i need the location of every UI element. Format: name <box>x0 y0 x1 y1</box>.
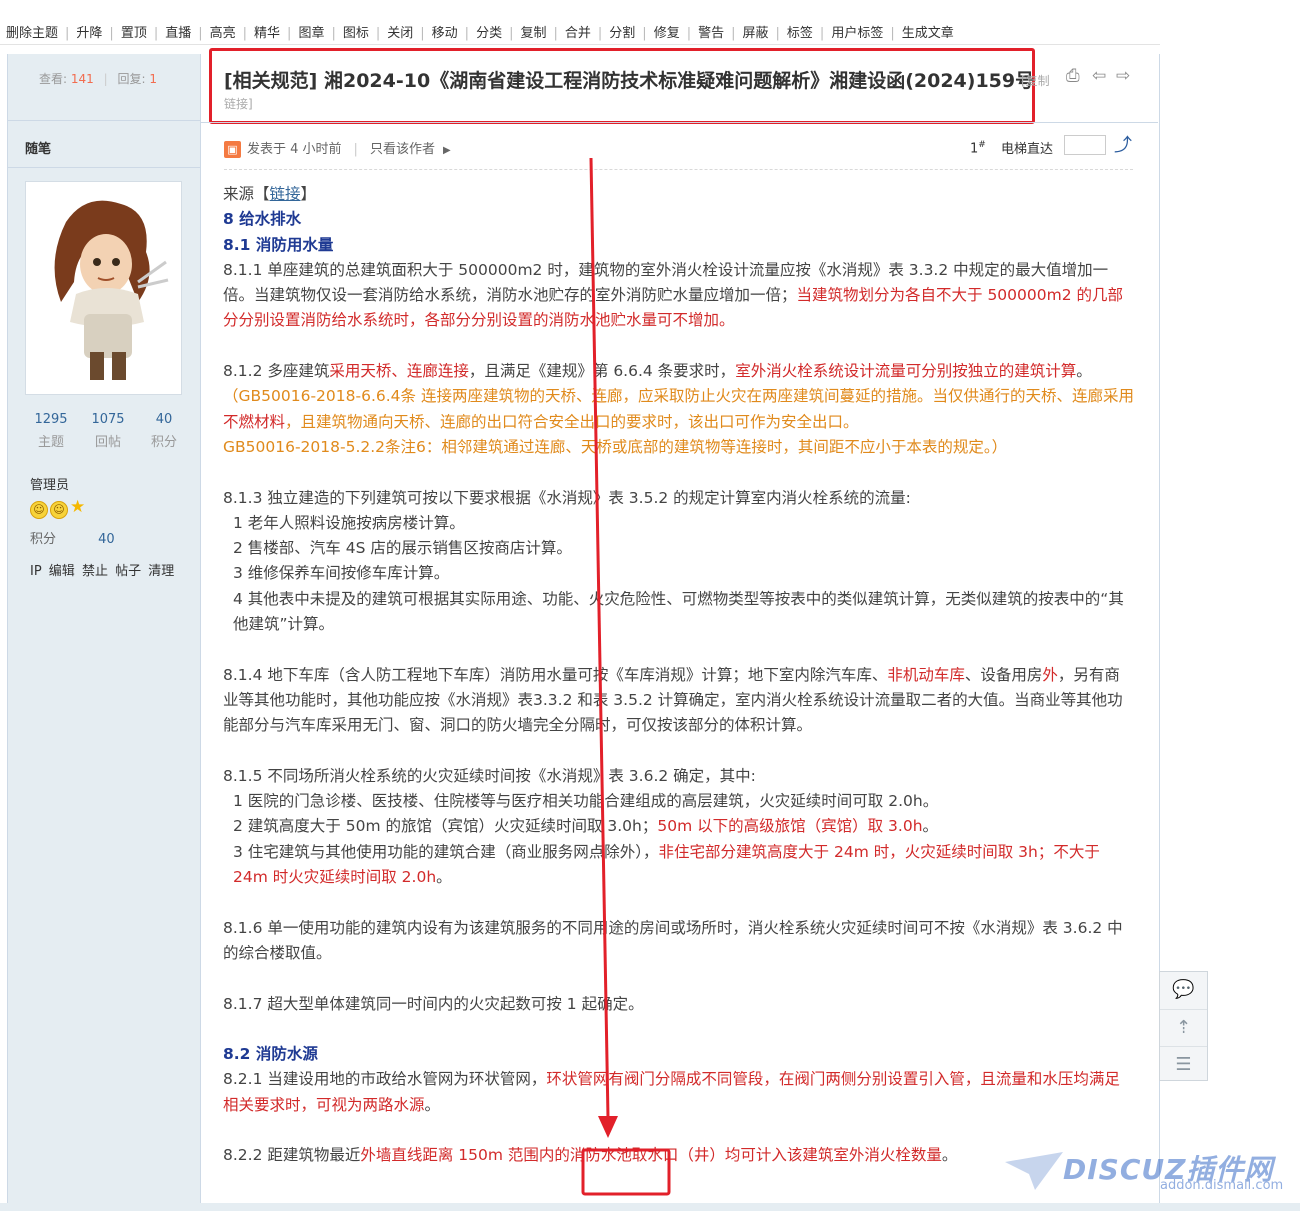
annotation-arrow-line <box>589 157 610 1119</box>
back-to-top-icon[interactable]: ⇡ <box>1160 1009 1207 1046</box>
watermark-url: addon.dismall.com <box>1160 1178 1284 1193</box>
annotation-overlay <box>581 157 671 1196</box>
floating-toolbar: 💬 ⇡ ☰ <box>1159 971 1208 1081</box>
list-icon[interactable]: ☰ <box>1160 1046 1207 1083</box>
annotation-box <box>581 1148 671 1196</box>
comment-icon[interactable]: 💬 <box>1160 972 1207 1008</box>
site-watermark: DISCUZ插件网 addon.dismall.com <box>1005 1148 1295 1198</box>
annotation-arrow-head <box>598 1116 618 1138</box>
paper-plane-icon <box>1005 1152 1063 1190</box>
